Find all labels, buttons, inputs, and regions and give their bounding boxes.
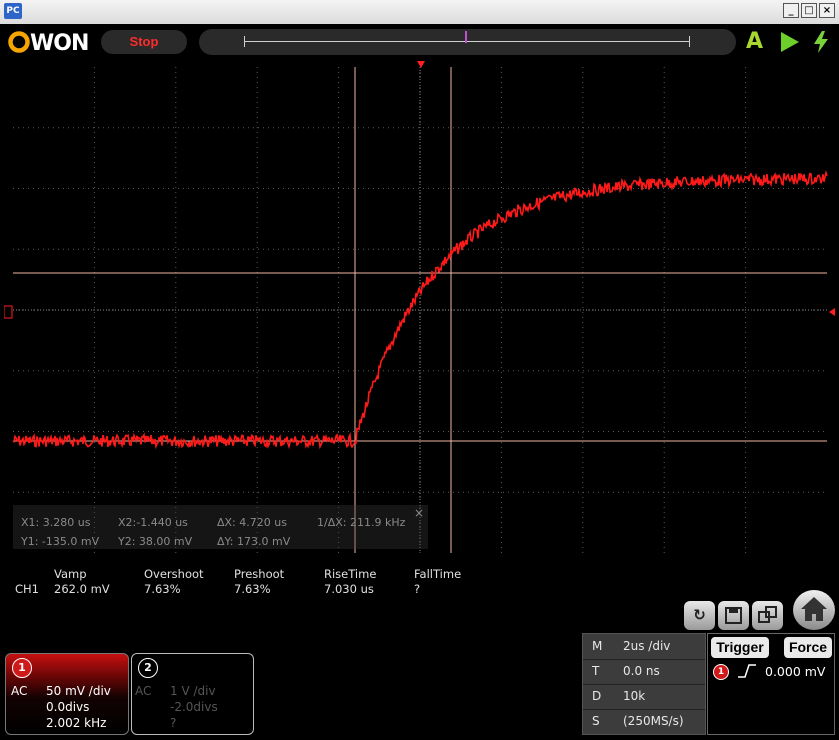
channel-1-number: 1 <box>12 658 32 678</box>
trigger-position-marker <box>465 31 467 43</box>
channel-2-panel[interactable]: 2 AC 1 V /div -2.0divs ? <box>131 653 254 735</box>
cursor-readout: X1: 3.280 us X2:-1.440 us ΔX: 4.720 us 1… <box>13 505 428 549</box>
trigger-time-marker <box>417 61 425 68</box>
channel-1-offset: 0.0divs <box>46 700 90 714</box>
channel-1-frequency: 2.002 kHz <box>46 716 107 730</box>
rising-edge-icon <box>736 663 758 679</box>
cursor-y1: Y1: -135.0 mV <box>21 535 100 548</box>
run-stop-button[interactable]: Stop <box>101 30 187 54</box>
toolbar: WON Stop A <box>0 24 839 60</box>
trigger-level: 0.000 mV <box>765 664 826 679</box>
cursor-inverse-delta-x: 1/ΔX: 211.9 kHz <box>317 516 406 529</box>
run-icon[interactable] <box>779 30 801 54</box>
cursor-delta-y: ΔY: 173.0 mV <box>217 535 291 548</box>
measurement-label: Preshoot <box>234 567 285 581</box>
measurement-value: 7.030 us <box>324 582 374 596</box>
save-icon[interactable] <box>718 601 749 630</box>
trigger-level-marker <box>829 308 835 316</box>
channel-2-number: 2 <box>138 658 158 678</box>
channel-2-scale: 1 V /div <box>170 684 216 698</box>
trigger-button[interactable]: Trigger <box>711 637 769 658</box>
cursor-x1: X1: 3.280 us <box>21 516 91 529</box>
trigger-offset-key: T <box>592 664 600 678</box>
trigger-offset-value: 0.0 ns <box>623 664 660 678</box>
channel-2-frequency: ? <box>170 716 177 730</box>
measurement-value: 7.63% <box>144 582 181 596</box>
cursor-delta-x: ΔX: 4.720 us <box>217 516 287 529</box>
force-button[interactable]: Force <box>784 637 832 658</box>
title-bar: PC _ □ × <box>0 0 839 25</box>
window-icon[interactable] <box>752 601 783 630</box>
window-controls: _ □ × <box>783 3 835 18</box>
measurement-value: ? <box>414 582 421 596</box>
auto-set-icon[interactable]: A <box>746 29 763 55</box>
app-icon: PC <box>4 3 22 19</box>
waveform-display[interactable] <box>4 60 835 554</box>
timebase-value: 2us /div <box>623 639 671 653</box>
cursor-close-icon[interactable]: × <box>414 506 424 520</box>
minimize-button[interactable]: _ <box>783 3 799 18</box>
sample-rate-row[interactable]: S (250MS/s) <box>583 709 705 734</box>
record-depth-key: D <box>592 689 602 703</box>
channel-1-waveform <box>12 169 828 450</box>
measurement-channel: CH1 <box>15 582 39 596</box>
measurement-label: RiseTime <box>324 567 377 581</box>
home-icon[interactable] <box>793 590 835 630</box>
trigger-offset-row[interactable]: T 0.0 ns <box>583 659 705 685</box>
timebase-key: M <box>592 639 603 653</box>
channel-1-coupling: AC <box>11 684 28 698</box>
trigger-panel: Trigger Force 1 0.000 mV <box>707 633 835 735</box>
sample-rate-key: S <box>592 714 600 728</box>
timebase-position-bar[interactable] <box>199 29 736 55</box>
trigger-source: 1 <box>713 664 729 680</box>
channel-1-ground-marker <box>4 305 13 319</box>
close-button[interactable]: × <box>819 3 835 18</box>
sample-rate-value: (250MS/s) <box>623 714 684 728</box>
cursor-y2: Y2: 38.00 mV <box>118 535 193 548</box>
horizontal-settings-panel[interactable]: M 2us /div T 0.0 ns D 10k S (250MS/s) <box>582 633 706 735</box>
measurement-label: FallTime <box>414 567 462 581</box>
measurement-label: Overshoot <box>144 567 204 581</box>
record-depth-value: 10k <box>623 689 646 703</box>
brand-logo: WON <box>8 30 98 54</box>
record-depth-row[interactable]: D 10k <box>583 684 705 710</box>
measurement-value: 7.63% <box>234 582 271 596</box>
channel-2-offset: -2.0divs <box>170 700 218 714</box>
svg-text:WON: WON <box>30 31 88 54</box>
channel-1-scale: 50 mV /div <box>46 684 111 698</box>
channel-2-coupling: AC <box>135 684 152 698</box>
waveform-grid <box>4 61 835 553</box>
maximize-button[interactable]: □ <box>801 3 817 18</box>
channel-1-panel[interactable]: 1 AC 50 mV /div 0.0divs 2.002 kHz <box>5 653 129 735</box>
timebase-row[interactable]: M 2us /div <box>583 634 705 660</box>
measurement-label: Vamp <box>54 567 87 581</box>
return-icon[interactable]: ↻ <box>684 601 715 630</box>
cursor-x2: X2:-1.440 us <box>118 516 188 529</box>
single-trigger-icon[interactable] <box>812 30 830 54</box>
measurement-value: 262.0 mV <box>54 582 110 596</box>
